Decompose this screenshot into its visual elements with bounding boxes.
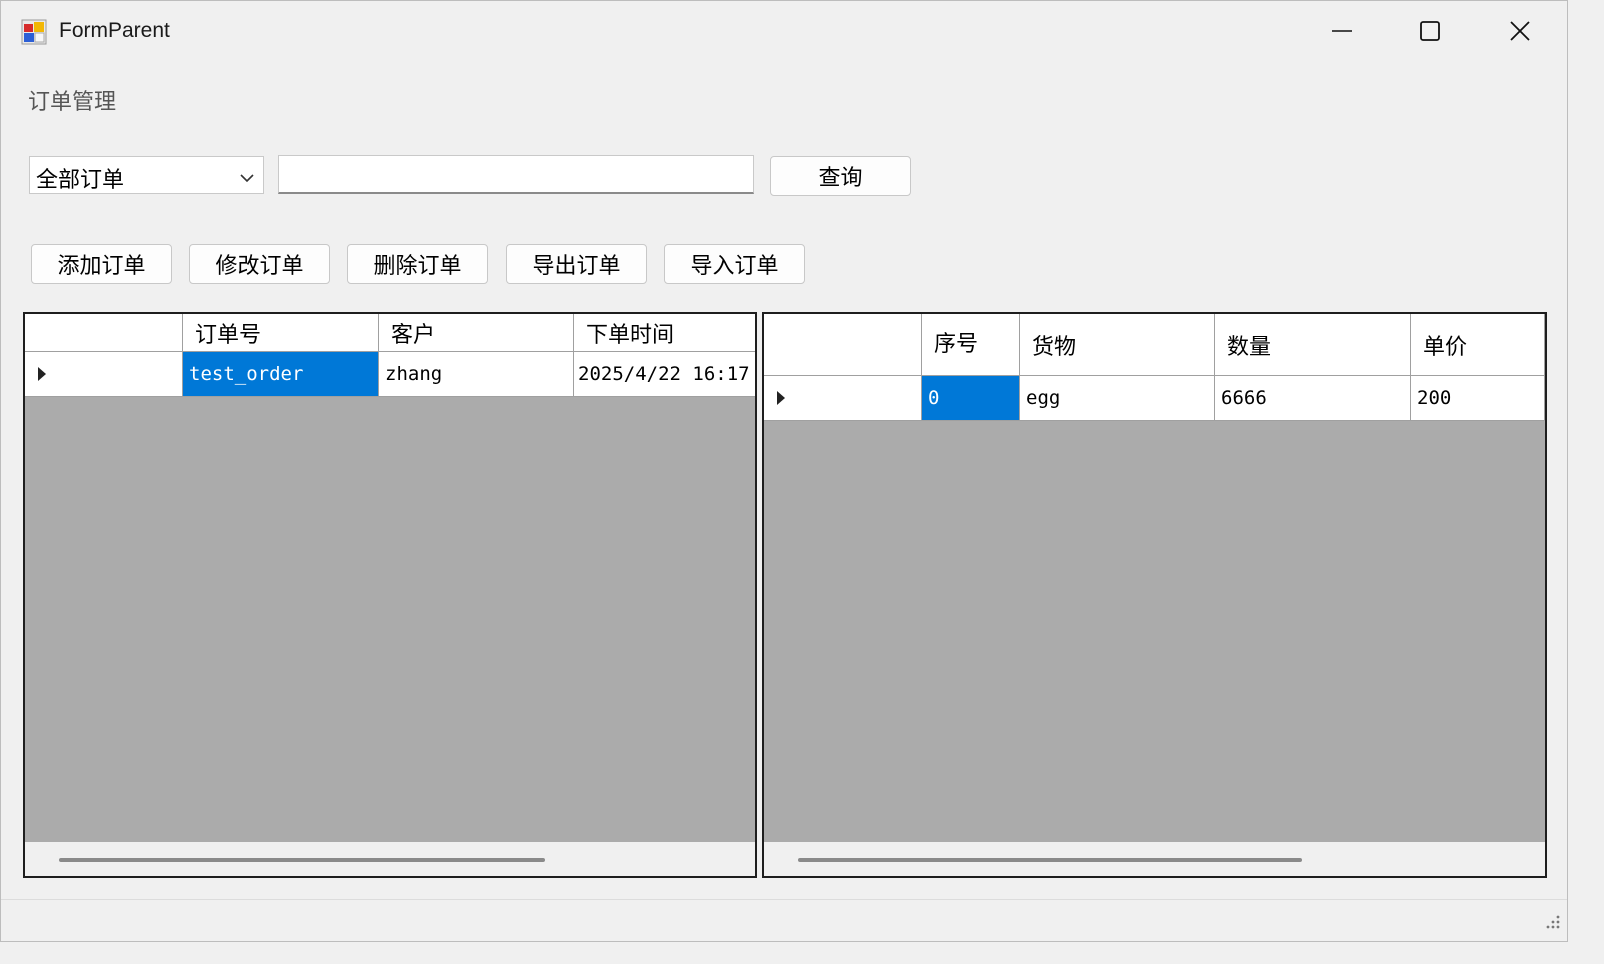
export-order-button[interactable]: 导出订单 — [506, 244, 647, 284]
query-button[interactable]: 查询 — [770, 156, 911, 196]
row-header-corner[interactable] — [764, 314, 922, 376]
minimize-button[interactable] — [1297, 1, 1387, 61]
order-items-grid[interactable]: 序号 货物 数量 单价 0 egg 6666 200 — [762, 312, 1547, 878]
close-button[interactable] — [1475, 1, 1565, 61]
cell-seq[interactable]: 0 — [922, 376, 1020, 421]
table-row[interactable]: test_order zhang 2025/4/22 16:17 — [25, 352, 755, 397]
search-input[interactable] — [278, 155, 754, 194]
minimize-icon — [1332, 30, 1352, 32]
maximize-icon — [1420, 21, 1440, 41]
column-header-goods[interactable]: 货物 — [1020, 314, 1215, 376]
items-header-row: 序号 货物 数量 单价 — [764, 314, 1545, 376]
column-header-order-time[interactable]: 下单时间 — [574, 314, 755, 352]
section-label: 订单管理 — [28, 90, 117, 115]
main-window: FormParent 订单管理 全部订单 查询 添加订单 修改订单 删除订单 导… — [0, 0, 1568, 942]
cell-order-no[interactable]: test_order — [183, 352, 379, 397]
cell-order-time[interactable]: 2025/4/22 16:17 — [574, 352, 755, 397]
orders-header-row: 订单号 客户 下单时间 — [25, 314, 755, 352]
scrollbar-thumb[interactable] — [59, 858, 545, 862]
maximize-button[interactable] — [1385, 1, 1475, 61]
import-order-button[interactable]: 导入订单 — [664, 244, 805, 284]
column-header-unit-price[interactable]: 单价 — [1411, 314, 1545, 376]
table-row[interactable]: 0 egg 6666 200 — [764, 376, 1545, 421]
status-bar — [1, 899, 1567, 942]
row-header[interactable] — [25, 352, 183, 397]
column-header-customer[interactable]: 客户 — [379, 314, 574, 352]
orders-grid[interactable]: 订单号 客户 下单时间 test_order zhang 2025/4/22 1… — [23, 312, 757, 878]
column-header-seq[interactable]: 序号 — [922, 314, 1020, 376]
cell-customer[interactable]: zhang — [379, 352, 574, 397]
resize-grip-icon[interactable] — [1541, 912, 1561, 936]
order-filter-value: 全部订单 — [36, 168, 125, 193]
window-title: FormParent — [59, 19, 170, 42]
current-row-icon — [38, 367, 46, 381]
cell-goods[interactable]: egg — [1020, 376, 1215, 421]
order-filter-dropdown[interactable]: 全部订单 — [29, 156, 264, 194]
add-order-button[interactable]: 添加订单 — [31, 244, 172, 284]
delete-order-button[interactable]: 删除订单 — [347, 244, 488, 284]
edit-order-button[interactable]: 修改订单 — [189, 244, 330, 284]
cell-quantity[interactable]: 6666 — [1215, 376, 1411, 421]
row-header[interactable] — [764, 376, 922, 421]
current-row-icon — [777, 391, 785, 405]
chevron-down-icon — [239, 169, 255, 188]
scrollbar-thumb[interactable] — [798, 858, 1302, 862]
cell-unit-price[interactable]: 200 — [1411, 376, 1545, 421]
row-header-corner[interactable] — [25, 314, 183, 352]
items-horizontal-scrollbar[interactable] — [764, 842, 1545, 876]
app-icon — [21, 19, 47, 45]
close-icon — [1510, 21, 1530, 41]
orders-horizontal-scrollbar[interactable] — [25, 842, 755, 876]
title-bar[interactable]: FormParent — [1, 1, 1567, 63]
column-header-quantity[interactable]: 数量 — [1215, 314, 1411, 376]
column-header-order-no[interactable]: 订单号 — [183, 314, 379, 352]
